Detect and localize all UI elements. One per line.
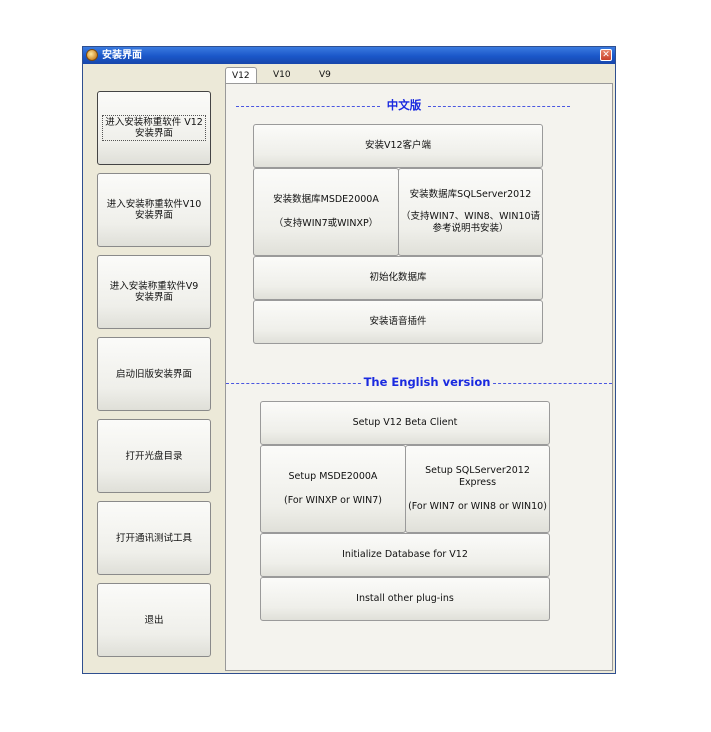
install-msde-button[interactable]: 安装数据库MSDE2000A （支持WIN7或WINXP）	[253, 168, 399, 256]
enter-v12-button[interactable]: 进入安装称重软件 V12 安装界面	[97, 91, 211, 165]
window-title: 安装界面	[102, 50, 142, 61]
setup-v12-beta-client-button[interactable]: Setup V12 Beta Client	[260, 401, 550, 445]
setup-msde-note: (For WINXP or WIN7)	[284, 495, 382, 506]
initialize-database-label: Initialize Database for V12	[342, 549, 468, 560]
setup-msde-button[interactable]: Setup MSDE2000A (For WINXP or WIN7)	[260, 445, 406, 533]
comm-test-tool-button[interactable]: 打开通讯测试工具	[97, 501, 211, 575]
install-msde-label: 安装数据库MSDE2000A	[273, 194, 379, 205]
app-icon	[86, 49, 98, 61]
setup-sqlserver-note: (For WIN7 or WIN8 or WIN10)	[408, 501, 547, 512]
setup-sqlserver-label: Setup SQLServer2012 Express	[425, 465, 530, 488]
install-plugins-label: Install other plug-ins	[356, 593, 454, 604]
install-sqlserver-note: （支持WIN7、WIN8、WIN10请 参考说明书安装）	[400, 211, 541, 234]
install-voice-plugin-button[interactable]: 安装语音插件	[253, 300, 543, 344]
title-bar[interactable]: 安装界面 ✕	[83, 47, 615, 64]
open-cd-directory-label: 打开光盘目录	[125, 450, 183, 462]
initialize-database-button[interactable]: Initialize Database for V12	[260, 533, 550, 577]
install-plugins-button[interactable]: Install other plug-ins	[260, 577, 550, 621]
install-voice-plugin-label: 安装语音插件	[369, 316, 427, 327]
tab-v10[interactable]: V10	[267, 67, 297, 83]
tab-panel-v12: 中文版 安装V12客户端 安装数据库MSDE2000A （支持WIN7或WINX…	[225, 83, 613, 671]
install-v12-client-label: 安装V12客户端	[364, 140, 432, 151]
english-section-title-text: The English version	[362, 375, 492, 389]
comm-test-tool-label: 打开通讯测试工具	[115, 532, 192, 544]
install-sqlserver-button[interactable]: 安装数据库SQLServer2012 （支持WIN7、WIN8、WIN10请 参…	[398, 168, 543, 256]
init-database-label: 初始化数据库	[369, 272, 427, 283]
legacy-installer-label: 启动旧版安装界面	[115, 368, 192, 380]
setup-sqlserver-button[interactable]: Setup SQLServer2012 Express (For WIN7 or…	[405, 445, 550, 533]
installer-window: 安装界面 ✕ 进入安装称重软件 V12 安装界面 进入安装称重软件V10 安装界…	[82, 46, 616, 674]
setup-msde-label: Setup MSDE2000A	[288, 471, 378, 482]
legacy-installer-button[interactable]: 启动旧版安装界面	[97, 337, 211, 411]
tab-v12[interactable]: V12	[225, 67, 257, 83]
enter-v9-button[interactable]: 进入安装称重软件V9 安装界面	[97, 255, 211, 329]
chinese-section-title-text: 中文版	[385, 98, 423, 112]
english-section-title: The English version	[226, 375, 628, 389]
enter-v9-label: 进入安装称重软件V9 安装界面	[109, 281, 199, 303]
enter-v12-label: 进入安装称重软件 V12 安装界面	[102, 115, 206, 141]
open-cd-directory-button[interactable]: 打开光盘目录	[97, 419, 211, 493]
chinese-section-title: 中文版	[226, 98, 582, 112]
exit-button[interactable]: 退出	[97, 583, 211, 657]
install-sqlserver-label: 安装数据库SQLServer2012	[409, 189, 532, 200]
tab-v9[interactable]: V9	[313, 67, 337, 83]
install-msde-note: （支持WIN7或WINXP）	[273, 218, 379, 229]
install-v12-client-button[interactable]: 安装V12客户端	[253, 124, 543, 168]
setup-v12-beta-client-label: Setup V12 Beta Client	[352, 417, 458, 428]
enter-v10-label: 进入安装称重软件V10 安装界面	[106, 199, 202, 221]
exit-label: 退出	[144, 614, 164, 626]
init-database-button[interactable]: 初始化数据库	[253, 256, 543, 300]
close-icon[interactable]: ✕	[600, 49, 612, 61]
enter-v10-button[interactable]: 进入安装称重软件V10 安装界面	[97, 173, 211, 247]
